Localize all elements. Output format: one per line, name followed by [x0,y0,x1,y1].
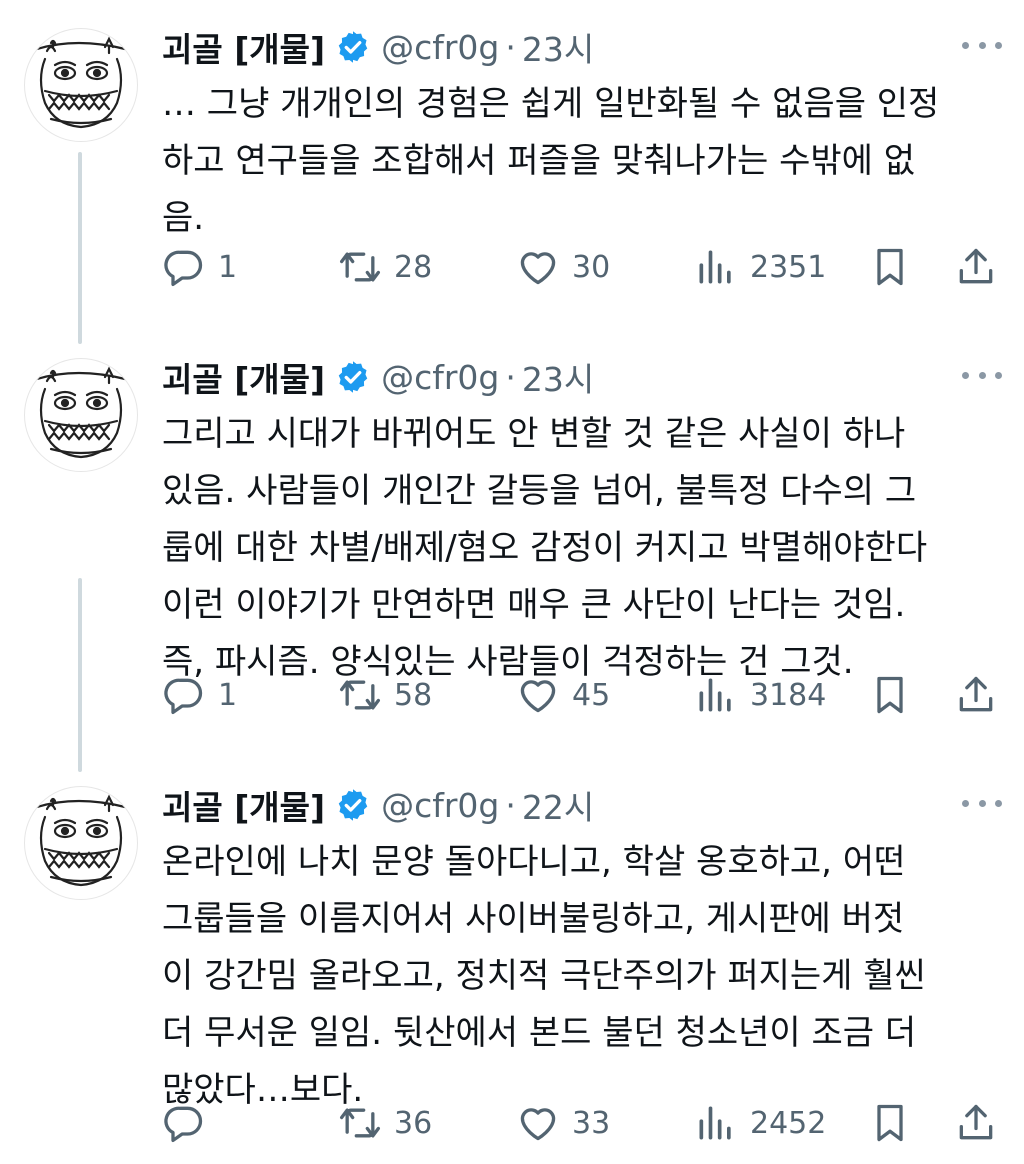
tweet[interactable]: 괴골 [개물] @cfr0g · 22시 온라인에 나치 문양 돌아다니고, 학… [0,758,1024,1164]
reply-button[interactable]: 1 [162,670,237,720]
timestamp[interactable]: 22시 [522,781,594,829]
heart-icon [520,252,556,285]
retweet-button[interactable]: 58 [338,670,432,720]
views-button[interactable]: 3184 [694,670,826,720]
bookmark-icon [877,676,903,714]
share-button[interactable] [954,1098,998,1148]
bookmark-icon [877,248,903,286]
tweet-header: 괴골 [개물] @cfr0g · 23시 [162,352,1002,402]
tweet-header: 괴골 [개물] @cfr0g · 23시 [162,22,1002,72]
timestamp[interactable]: 23시 [522,23,594,71]
retweet-button[interactable]: 28 [338,242,432,292]
reply-button[interactable]: 1 [162,242,237,292]
heart-icon [520,680,556,713]
frog-doodle-avatar [35,36,127,129]
tweet-text-line: 그리고 시대가 바뀌어도 안 변할 것 같은 사실이 하나 [162,414,906,454]
view-count: 2452 [750,1105,827,1141]
display-name[interactable]: 괴골 [개물] [162,353,325,401]
retweet-icon [340,680,380,710]
tweet[interactable]: 괴골 [개물] @cfr0g · 23시 그리고 시대가 바뀌어도 안 변할 것… [0,330,1024,758]
separator-dot: · [505,27,516,67]
tweet-text-line: … 그냥 개개인의 경험은 쉽게 일반화될 수 없음을 인정 [162,84,940,124]
tweet-body: 괴골 [개물] @cfr0g · 23시 그리고 시대가 바뀌어도 안 변할 것… [162,352,1002,691]
tweet[interactable]: 괴골 [개물] @cfr0g · 23시 … 그냥 개개인의 경험은 쉽게 일반… [0,0,1024,330]
bookmark-icon [877,1104,903,1142]
retweet-button[interactable]: 36 [338,1098,432,1148]
views-button[interactable]: 2452 [694,1098,826,1148]
frog-doodle-avatar [35,366,127,459]
tweet-text: … 그냥 개개인의 경험은 쉽게 일반화될 수 없음을 인정하고 연구들을 조합… [162,76,1002,247]
like-count: 33 [572,1105,611,1141]
display-name[interactable]: 괴골 [개물] [162,23,325,71]
tweet-actions: 36 33 2452 [162,1098,1002,1148]
avatar[interactable] [24,28,138,142]
tweet-text-line: 이 강간밈 올라오고, 정치적 극단주의가 퍼지는게 훨씬 [162,956,926,996]
views-icon [699,678,731,712]
view-count: 2351 [750,249,827,285]
views-button[interactable]: 2351 [694,242,826,292]
heart-icon [520,1108,556,1141]
views-icon [699,250,731,284]
tweet-body: 괴골 [개물] @cfr0g · 22시 온라인에 나치 문양 돌아다니고, 학… [162,780,1002,1119]
separator-dot: · [505,785,516,825]
separator-dot: · [505,357,516,397]
bookmark-button[interactable] [868,670,912,720]
avatar[interactable] [24,786,138,900]
tweet-text: 온라인에 나치 문양 돌아다니고, 학살 옹호하고, 어떤그룹들을 이름지어서 … [162,834,1002,1119]
display-name[interactable]: 괴골 [개물] [162,781,325,829]
verified-badge-icon [338,361,368,393]
share-icon [959,676,993,712]
more-dots-icon[interactable] [962,360,1002,390]
tweet-text: 그리고 시대가 바뀌어도 안 변할 것 같은 사실이 하나있음. 사람들이 개인… [162,406,1002,691]
handle[interactable]: @cfr0g [381,358,499,397]
handle[interactable]: @cfr0g [381,28,499,67]
tweet-text-line: 룹에 대한 차별/배제/혐오 감정이 커지고 박멸해야한다 [162,528,928,568]
more-dots-icon[interactable] [962,788,1002,818]
reply-icon [164,1106,203,1143]
bookmark-button[interactable] [868,1098,912,1148]
retweet-count: 58 [394,677,433,713]
reply-count: 1 [218,249,238,285]
tweet-text-line: 음. [162,198,205,238]
tweet-text-line: 그룹들을 이름지어서 사이버불링하고, 게시판에 버젓 [162,899,905,939]
tweet-header: 괴골 [개물] @cfr0g · 22시 [162,780,1002,830]
timestamp[interactable]: 23시 [522,353,594,401]
like-count: 30 [572,249,611,285]
more-dots-icon[interactable] [962,30,1002,60]
retweet-count: 28 [394,249,433,285]
like-count: 45 [572,677,611,713]
reply-count: 1 [218,677,238,713]
like-button[interactable]: 30 [516,242,610,292]
frog-doodle-avatar [35,794,127,887]
retweet-icon [340,1108,380,1138]
retweet-icon [340,252,380,282]
share-icon [959,248,993,284]
avatar[interactable] [24,358,138,472]
tweet-text-line: 이런 이야기가 만연하면 매우 큰 사단이 난다는 것임. [162,585,906,625]
tweet-actions: 1 58 45 3184 [162,670,1002,720]
like-button[interactable]: 45 [516,670,610,720]
tweet-body: 괴골 [개물] @cfr0g · 23시 … 그냥 개개인의 경험은 쉽게 일반… [162,22,1002,247]
like-button[interactable]: 33 [516,1098,610,1148]
reply-icon [164,678,203,715]
views-icon [699,1106,731,1140]
verified-badge-icon [338,31,368,63]
tweet-actions: 1 28 30 2351 [162,242,1002,292]
retweet-count: 36 [394,1105,433,1141]
tweet-text-line: 하고 연구들을 조합해서 퍼즐을 맞춰나가는 수밖에 없 [162,141,916,181]
reply-icon [164,250,203,287]
handle[interactable]: @cfr0g [381,786,499,825]
verified-badge-icon [338,789,368,821]
share-button[interactable] [954,242,998,292]
bookmark-button[interactable] [868,242,912,292]
reply-button[interactable] [162,1098,218,1148]
tweet-text-line: 온라인에 나치 문양 돌아다니고, 학살 옹호하고, 어떤 [162,842,906,882]
share-button[interactable] [954,670,998,720]
share-icon [959,1104,993,1140]
tweet-text-line: 더 무서운 일임. 뒷산에서 본드 불던 청소년이 조금 더 [162,1013,917,1053]
tweet-text-line: 있음. 사람들이 개인간 갈등을 넘어, 불특정 다수의 그 [162,471,917,511]
view-count: 3184 [750,677,827,713]
